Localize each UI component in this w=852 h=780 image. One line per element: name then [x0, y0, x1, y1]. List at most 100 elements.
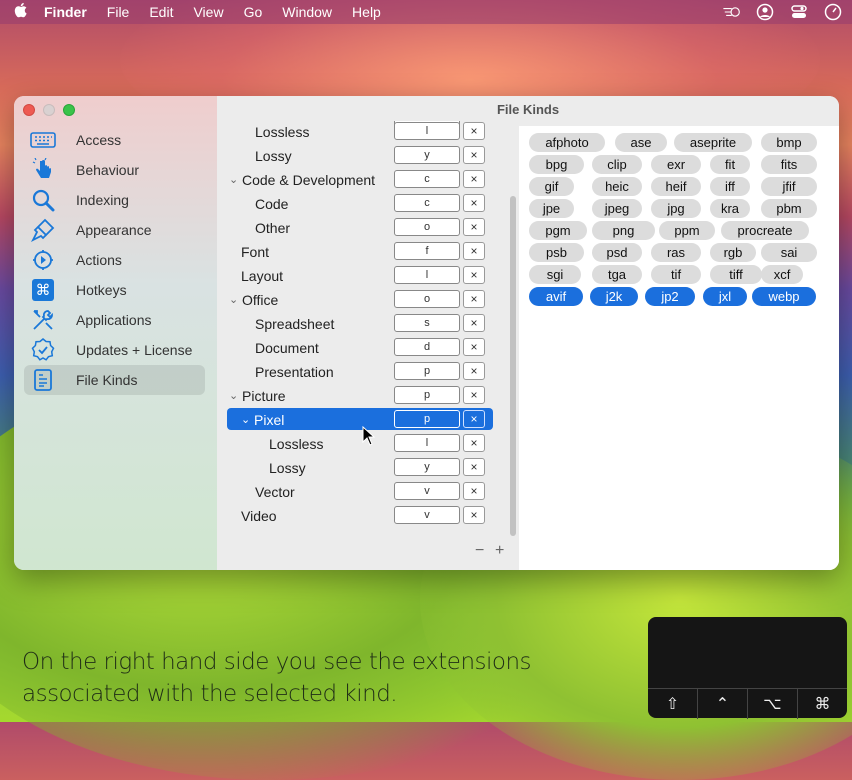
menu-go[interactable]: Go: [244, 4, 263, 20]
sidebar-item-behaviour[interactable]: Behaviour: [24, 155, 205, 185]
clear-shortcut-button[interactable]: ×: [463, 410, 485, 428]
clear-shortcut-button[interactable]: ×: [463, 122, 485, 140]
extension-tag[interactable]: fits: [761, 155, 817, 174]
extension-tag[interactable]: png: [592, 221, 655, 240]
extension-tag[interactable]: fit: [710, 155, 750, 174]
shortcut-key-field[interactable]: y: [394, 146, 460, 164]
clear-shortcut-button[interactable]: ×: [463, 362, 485, 380]
clear-shortcut-button[interactable]: ×: [463, 146, 485, 164]
tree-row[interactable]: Font f ×: [225, 240, 495, 264]
shortcut-key-field[interactable]: d: [394, 338, 460, 356]
extension-tag[interactable]: gif: [529, 177, 574, 196]
shortcut-key-field[interactable]: c: [394, 194, 460, 212]
extension-tag[interactable]: sai: [761, 243, 817, 262]
extension-tag[interactable]: tiff: [710, 265, 762, 284]
shortcut-key-field[interactable]: v: [394, 482, 460, 500]
shortcut-key-field[interactable]: v: [394, 506, 460, 524]
shortcut-key-field[interactable]: l: [394, 122, 460, 140]
extension-tag[interactable]: ase: [615, 133, 667, 152]
clear-shortcut-button[interactable]: ×: [463, 194, 485, 212]
menu-view[interactable]: View: [193, 4, 223, 20]
extension-tag[interactable]: psb: [529, 243, 584, 262]
extension-tag[interactable]: clip: [592, 155, 642, 174]
extension-tag[interactable]: j2k: [590, 287, 638, 306]
clear-shortcut-button[interactable]: ×: [463, 506, 485, 524]
clear-shortcut-button[interactable]: ×: [463, 338, 485, 356]
shortcut-key-field[interactable]: o: [394, 290, 460, 308]
tree-row[interactable]: Video v ×: [225, 504, 495, 528]
extension-tag[interactable]: afphoto: [529, 133, 605, 152]
shortcut-key-field[interactable]: c: [394, 170, 460, 188]
clear-shortcut-button[interactable]: ×: [463, 266, 485, 284]
menu-window[interactable]: Window: [282, 4, 332, 20]
menu-edit[interactable]: Edit: [149, 4, 173, 20]
tree-row[interactable]: ⌄ Pixel p ×: [225, 408, 495, 432]
extension-tag[interactable]: jpeg: [592, 199, 642, 218]
tree-row[interactable]: ⌄ Picture p ×: [225, 384, 495, 408]
apple-menu-icon[interactable]: [14, 2, 44, 22]
extension-tag[interactable]: aseprite: [674, 133, 752, 152]
disclosure-chevron-icon[interactable]: ⌄: [241, 413, 253, 426]
sidebar-item-appearance[interactable]: Appearance: [24, 215, 205, 245]
clear-shortcut-button[interactable]: ×: [463, 458, 485, 476]
extension-tag[interactable]: exr: [651, 155, 701, 174]
clear-shortcut-button[interactable]: ×: [463, 290, 485, 308]
extension-tag[interactable]: avif: [529, 287, 583, 306]
extension-tag[interactable]: tga: [592, 265, 642, 284]
disclosure-chevron-icon[interactable]: ⌄: [229, 293, 241, 306]
menu-file[interactable]: File: [107, 4, 130, 20]
sidebar-item-updates-license[interactable]: Updates + License: [24, 335, 205, 365]
clear-shortcut-button[interactable]: ×: [463, 434, 485, 452]
shortcut-key-field[interactable]: f: [394, 242, 460, 260]
extension-tag[interactable]: bpg: [529, 155, 584, 174]
clear-shortcut-button[interactable]: ×: [463, 482, 485, 500]
user-account-icon[interactable]: [756, 3, 774, 21]
sidebar-item-indexing[interactable]: Indexing: [24, 185, 205, 215]
close-window-button[interactable]: [23, 104, 35, 116]
extension-tag[interactable]: psd: [592, 243, 642, 262]
sidebar-item-file-kinds[interactable]: File Kinds: [24, 365, 205, 395]
extension-tag[interactable]: jxl: [703, 287, 747, 306]
scrollbar-thumb[interactable]: [510, 196, 516, 536]
spotlight-list-icon[interactable]: [722, 3, 740, 21]
clear-shortcut-button[interactable]: ×: [463, 242, 485, 260]
tree-row[interactable]: Lossy y ×: [225, 456, 495, 480]
extension-tag[interactable]: ppm: [659, 221, 715, 240]
add-kind-button[interactable]: +: [495, 542, 504, 560]
tree-row[interactable]: Lossy y ×: [225, 144, 495, 168]
extension-tag[interactable]: sgi: [529, 265, 581, 284]
clear-shortcut-button[interactable]: ×: [463, 170, 485, 188]
extension-tag[interactable]: rgb: [710, 243, 756, 262]
extension-tag[interactable]: pbm: [761, 199, 817, 218]
tree-row[interactable]: Lossless l ×: [225, 432, 495, 456]
disclosure-chevron-icon[interactable]: ⌄: [229, 389, 241, 402]
control-center-icon[interactable]: [790, 3, 808, 21]
tree-row[interactable]: ⌄ Code & Development c ×: [225, 168, 495, 192]
tree-row[interactable]: Vector v ×: [225, 480, 495, 504]
extension-tag[interactable]: heif: [651, 177, 701, 196]
extension-tag[interactable]: kra: [710, 199, 750, 218]
shortcut-key-field[interactable]: l: [394, 434, 460, 452]
tree-row[interactable]: Spreadsheet s ×: [225, 312, 495, 336]
tree-row[interactable]: Presentation p ×: [225, 360, 495, 384]
menu-app-name[interactable]: Finder: [44, 4, 87, 20]
menu-help[interactable]: Help: [352, 4, 381, 20]
tree-row[interactable]: Code c ×: [225, 192, 495, 216]
zoom-window-button[interactable]: [63, 104, 75, 116]
extension-tag[interactable]: procreate: [721, 221, 809, 240]
clear-shortcut-button[interactable]: ×: [463, 314, 485, 332]
extension-tag[interactable]: ras: [651, 243, 701, 262]
extension-tag[interactable]: heic: [592, 177, 642, 196]
shortcut-key-field[interactable]: l: [394, 266, 460, 284]
extension-tag[interactable]: jpe: [529, 199, 574, 218]
tree-row[interactable]: Lossless l ×: [225, 120, 495, 144]
shortcut-key-field[interactable]: p: [394, 386, 460, 404]
sidebar-item-access[interactable]: Access: [24, 125, 205, 155]
shortcut-key-field[interactable]: y: [394, 458, 460, 476]
tree-row[interactable]: Document d ×: [225, 336, 495, 360]
clear-shortcut-button[interactable]: ×: [463, 218, 485, 236]
remove-kind-button[interactable]: −: [475, 542, 484, 560]
clock-icon[interactable]: [824, 3, 842, 21]
sidebar-item-applications[interactable]: Applications: [24, 305, 205, 335]
clear-shortcut-button[interactable]: ×: [463, 386, 485, 404]
